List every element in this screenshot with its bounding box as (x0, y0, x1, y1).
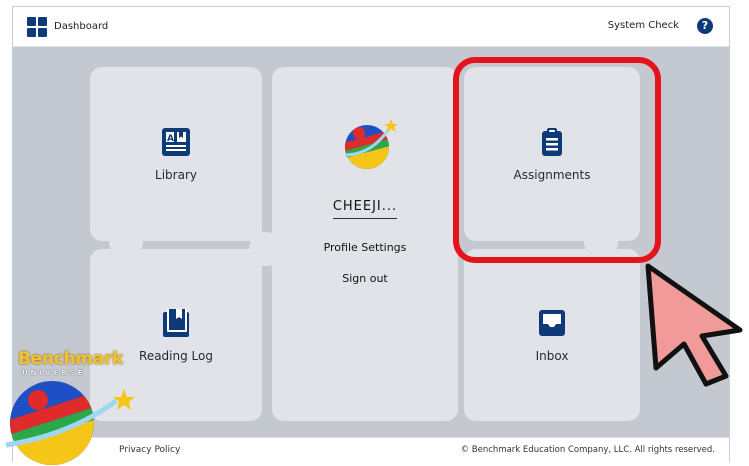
inbox-tray-icon (539, 310, 565, 336)
dashboard-grid-icon (27, 16, 47, 37)
sign-out-link[interactable]: Sign out (342, 272, 388, 285)
system-check-link[interactable]: System Check (608, 20, 679, 31)
benchmark-universe-logo: Benchmark UNIVERSE (0, 345, 140, 466)
dashboard-label: Dashboard (54, 21, 109, 32)
library-label: Library (155, 168, 197, 182)
user-name: CHEEJI... (332, 199, 398, 219)
reading-log-label: Reading Log (139, 349, 213, 363)
inbox-tile[interactable]: Inbox (464, 249, 640, 421)
dashboard-button[interactable]: Dashboard (27, 16, 109, 37)
mouse-pointer-icon (645, 263, 743, 387)
bookmark-book-icon (163, 309, 189, 337)
planet-avatar-icon (344, 119, 398, 169)
library-tile[interactable]: A Library (90, 67, 262, 241)
book-icon: A (162, 128, 190, 156)
logo-word: Benchmark (18, 349, 123, 369)
svg-text:A: A (167, 134, 174, 144)
profile-settings-link[interactable]: Profile Settings (324, 241, 407, 254)
assignments-highlight-annotation (453, 57, 661, 263)
copyright-text: © Benchmark Education Company, LLC. All … (460, 445, 715, 455)
profile-tile: CHEEJI... Profile Settings Sign out (272, 67, 458, 421)
help-icon[interactable]: ? (697, 18, 713, 34)
top-bar: Dashboard System Check ? (13, 7, 729, 47)
logo-subtitle: UNIVERSE (22, 369, 86, 377)
inbox-label: Inbox (535, 349, 569, 363)
